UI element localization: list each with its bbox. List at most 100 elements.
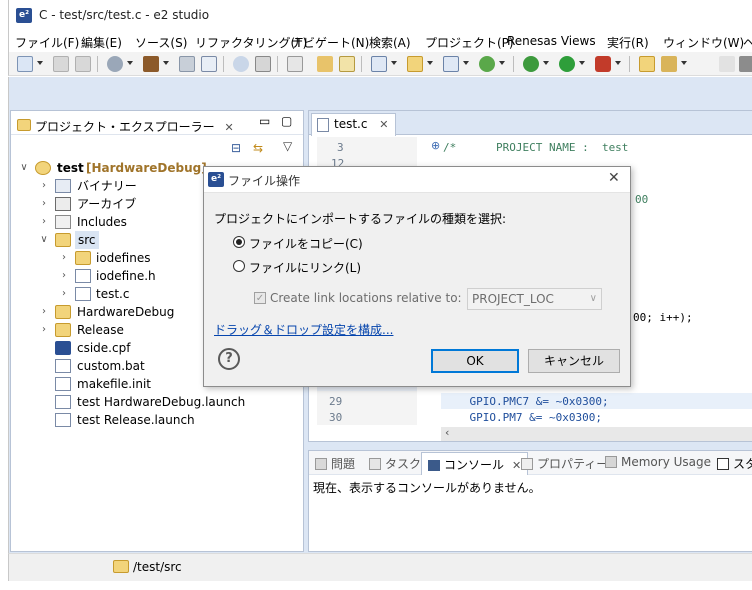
collapsed-chevron-icon[interactable]: › bbox=[39, 321, 49, 339]
menu-source[interactable]: ソース(S) bbox=[135, 34, 187, 51]
code-line[interactable]: GPIO.PMC7 &= ~0x0300; bbox=[443, 395, 608, 408]
relative-link-combo[interactable]: PROJECT_LOC ∨ bbox=[467, 288, 602, 310]
folder-icon bbox=[113, 560, 129, 573]
tab-properties[interactable]: プロパティー bbox=[521, 455, 608, 472]
stack-icon bbox=[717, 458, 729, 470]
run-icon[interactable] bbox=[559, 56, 575, 72]
text-file-icon bbox=[55, 395, 71, 409]
code-fragment[interactable]: 00 bbox=[635, 193, 648, 206]
tab-console[interactable]: コンソール ✕ bbox=[421, 452, 529, 475]
binary-file-icon[interactable] bbox=[201, 56, 217, 72]
tab-test-c[interactable]: test.c ✕ bbox=[311, 113, 396, 136]
tab-stack[interactable]: スタ bbox=[717, 455, 752, 472]
search-icon[interactable] bbox=[233, 56, 249, 72]
collapsed-chevron-icon[interactable]: › bbox=[59, 285, 69, 303]
close-icon[interactable]: ✕ bbox=[512, 459, 521, 472]
maximize-icon[interactable]: ▢ bbox=[281, 114, 292, 128]
text-file-icon bbox=[55, 413, 71, 427]
cancel-button[interactable]: キャンセル bbox=[528, 349, 620, 373]
menu-renesas-views[interactable]: Renesas Views bbox=[507, 34, 596, 48]
chevron-down-icon[interactable] bbox=[127, 61, 133, 65]
chevron-down-icon[interactable] bbox=[37, 61, 43, 65]
save-icon[interactable] bbox=[53, 56, 69, 72]
external-tools-icon[interactable] bbox=[595, 56, 611, 72]
wand-icon[interactable] bbox=[661, 56, 677, 72]
collapse-all-icon[interactable]: ⊟ bbox=[231, 141, 241, 155]
tab-project-explorer[interactable]: プロジェクト・エクスプローラー ✕ bbox=[13, 113, 240, 135]
collapsed-chevron-icon[interactable]: › bbox=[39, 213, 49, 231]
drag-drop-settings-link[interactable]: ドラッグ＆ドロップ設定を構成... bbox=[214, 321, 393, 338]
menu-run[interactable]: 実行(R) bbox=[607, 34, 649, 51]
expanded-chevron-icon[interactable]: ∨ bbox=[39, 231, 49, 249]
view-menu-icon[interactable]: ▽ bbox=[283, 139, 292, 153]
new-c-file-icon[interactable] bbox=[443, 56, 459, 72]
hammer-build-icon[interactable] bbox=[143, 56, 159, 72]
tab-tasks[interactable]: タスク bbox=[369, 455, 421, 472]
radio-link-files[interactable] bbox=[233, 260, 245, 272]
radio-link-label[interactable]: ファイルにリンク(L) bbox=[249, 259, 361, 276]
build-all-icon[interactable] bbox=[179, 56, 195, 72]
code-line[interactable]: /* PROJECT NAME : test bbox=[443, 141, 628, 154]
menu-file[interactable]: ファイル(F) bbox=[15, 34, 79, 51]
debug-bug-icon[interactable] bbox=[523, 56, 539, 72]
pencil-icon[interactable] bbox=[317, 56, 333, 72]
menu-navigate[interactable]: ナビゲート(N) bbox=[291, 34, 369, 51]
open-folder-icon[interactable] bbox=[639, 56, 655, 72]
chip-icon[interactable] bbox=[255, 56, 271, 72]
ok-button[interactable]: OK bbox=[431, 349, 519, 373]
menu-search[interactable]: 検索(A) bbox=[369, 34, 411, 51]
collapsed-chevron-icon[interactable]: › bbox=[39, 177, 49, 195]
menu-project[interactable]: プロジェクト(P) bbox=[425, 34, 514, 51]
close-icon[interactable]: ✕ bbox=[608, 170, 620, 186]
collapsed-chevron-icon[interactable]: › bbox=[59, 267, 69, 285]
save-all-icon[interactable] bbox=[75, 56, 91, 72]
tab-problems[interactable]: 問題 bbox=[315, 455, 355, 472]
more-icon[interactable] bbox=[739, 56, 752, 72]
menu-window[interactable]: ウィンドウ(W) bbox=[663, 34, 744, 51]
tree-item-release-launch[interactable]: test Release.launch bbox=[11, 411, 301, 429]
chevron-down-icon[interactable] bbox=[543, 61, 549, 65]
close-icon[interactable]: ✕ bbox=[224, 121, 233, 134]
fold-expand-icon[interactable]: ⊕ bbox=[431, 139, 440, 152]
new-c-project-icon[interactable] bbox=[371, 56, 387, 72]
new-folder-icon[interactable] bbox=[407, 56, 423, 72]
close-icon[interactable]: ✕ bbox=[379, 118, 388, 131]
folder-icon bbox=[55, 323, 71, 337]
expanded-chevron-icon[interactable]: ∨ bbox=[19, 159, 29, 177]
chevron-down-icon[interactable] bbox=[463, 61, 469, 65]
radio-copy-label[interactable]: ファイルをコピー(C) bbox=[249, 235, 363, 252]
scroll-left-icon[interactable]: ‹ bbox=[445, 426, 449, 439]
menu-edit[interactable]: 編集(E) bbox=[81, 34, 122, 51]
link-with-editor-icon[interactable]: ⇆ bbox=[253, 141, 263, 155]
horizontal-scrollbar[interactable]: ‹ bbox=[441, 426, 752, 441]
c-file-icon bbox=[317, 118, 329, 132]
build-config-gear-icon[interactable] bbox=[107, 56, 123, 72]
terminal-icon[interactable] bbox=[287, 56, 303, 72]
chevron-down-icon[interactable] bbox=[163, 61, 169, 65]
collapsed-chevron-icon[interactable]: › bbox=[59, 249, 69, 267]
chevron-down-icon[interactable] bbox=[391, 61, 397, 65]
chevron-down-icon[interactable] bbox=[579, 61, 585, 65]
radio-copy-files[interactable] bbox=[233, 236, 245, 248]
code-fragment[interactable]: 00; i++); bbox=[633, 311, 693, 324]
chevron-down-icon[interactable] bbox=[499, 61, 505, 65]
minimize-icon[interactable]: ▭ bbox=[259, 114, 270, 128]
menu-help[interactable]: ヘ bbox=[743, 34, 752, 51]
tab-memory-usage[interactable]: Memory Usage bbox=[605, 455, 711, 469]
collapsed-chevron-icon[interactable]: › bbox=[39, 195, 49, 213]
project-explorer-tabbar: プロジェクト・エクスプローラー ✕ ▭ ▢ bbox=[11, 111, 303, 135]
chevron-down-icon[interactable] bbox=[681, 61, 687, 65]
new-class-icon[interactable] bbox=[479, 56, 495, 72]
help-icon[interactable]: ? bbox=[218, 348, 240, 370]
new-icon[interactable] bbox=[17, 56, 33, 72]
pin-icon[interactable] bbox=[719, 56, 735, 72]
chevron-down-icon[interactable] bbox=[427, 61, 433, 65]
chevron-down-icon[interactable] bbox=[615, 61, 621, 65]
text-file-icon bbox=[55, 377, 71, 391]
chevron-down-icon[interactable]: ∨ bbox=[590, 289, 597, 309]
tree-item-hardwaredebug-launch[interactable]: test HardwareDebug.launch bbox=[11, 393, 301, 411]
note-icon[interactable] bbox=[339, 56, 355, 72]
relative-link-checkbox[interactable]: ✓ bbox=[254, 292, 266, 304]
collapsed-chevron-icon[interactable]: › bbox=[39, 303, 49, 321]
code-line[interactable]: GPIO.PM7 &= ~0x0300; bbox=[443, 411, 601, 424]
